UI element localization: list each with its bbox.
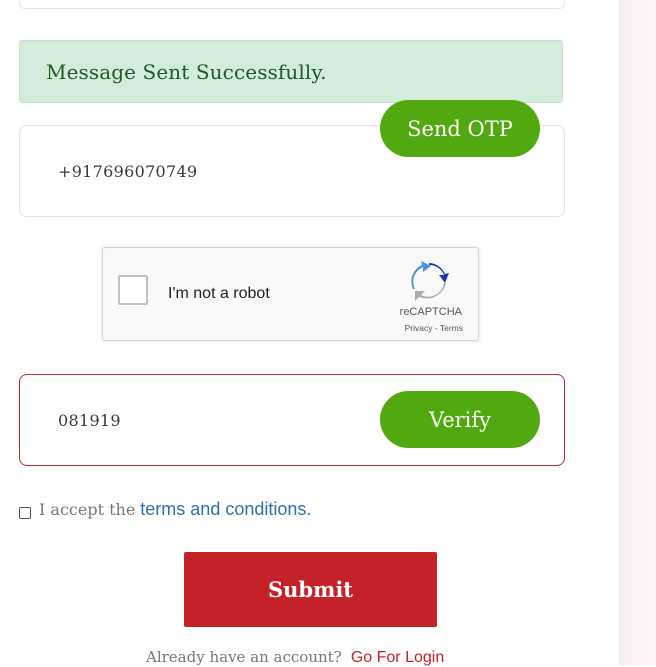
recaptcha-links: Privacy - Terms [405,323,463,333]
recaptcha-widget: I'm not a robot reCAPTCHA Privacy - Term… [102,247,479,341]
go-for-login-link[interactable]: Go For Login [351,649,444,666]
otp-value: 081919 [58,411,121,430]
terms-prefix: I accept the [39,499,136,519]
login-question: Already have an account? [146,648,342,666]
terms-checkbox[interactable] [19,507,31,519]
terms-link[interactable]: terms and conditions. [140,499,311,520]
recaptcha-logo-icon [411,261,449,301]
phone-value: +917696070749 [58,162,198,181]
success-alert: Message Sent Successfully. [19,40,563,103]
recaptcha-privacy-link[interactable]: Privacy [405,323,433,333]
previous-input-field[interactable] [19,0,565,9]
recaptcha-checkbox[interactable] [118,275,148,305]
submit-button[interactable]: Submit [184,552,437,627]
alert-message: Message Sent Successfully. [46,60,327,84]
terms-acceptance: I accept the terms and conditions. [19,498,311,520]
login-prompt: Already have an account? Go For Login [146,647,444,667]
recaptcha-label: I'm not a robot [168,285,270,302]
send-otp-button[interactable]: Send OTP [380,100,540,157]
recaptcha-separator: - [432,323,440,333]
verify-button[interactable]: Verify [380,391,540,448]
page-side-shadow [619,0,656,665]
recaptcha-brand: reCAPTCHA [399,306,462,318]
recaptcha-terms-link[interactable]: Terms [440,323,463,333]
